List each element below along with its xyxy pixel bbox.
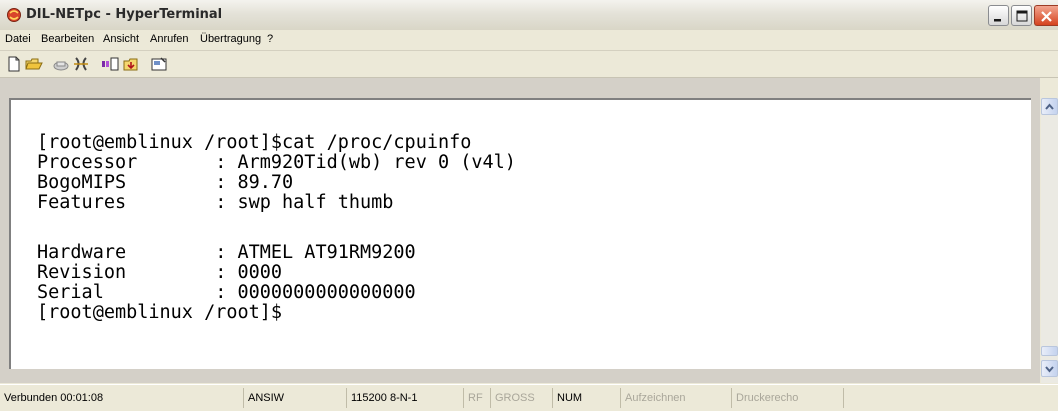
- terminal-line: Processor : Arm920Tid(wb) rev 0 (v4l): [37, 152, 516, 173]
- menu-datei[interactable]: Datei: [5, 33, 31, 45]
- toolbar: [0, 51, 1058, 78]
- chevron-down-icon: [1045, 366, 1054, 373]
- menu-help[interactable]: ?: [267, 33, 273, 45]
- minimize-icon: [994, 19, 1001, 22]
- terminal-line: Serial : 0000000000000000: [37, 282, 416, 303]
- terminal-frame: [root@emblinux /root]$cat /proc/cpuinfo …: [0, 78, 1040, 383]
- status-caps: GROSS: [491, 388, 553, 408]
- terminal-line: BogoMIPS : 89.70: [37, 172, 294, 193]
- maximize-icon: [1016, 10, 1028, 22]
- terminal-line: Features : swp half thumb: [37, 192, 394, 213]
- terminal-line: [root@emblinux /root]$: [37, 302, 283, 323]
- status-bar: Verbunden 00:01:08 ANSIW 115200 8-N-1 RF…: [0, 384, 1058, 411]
- menu-anrufen[interactable]: Anrufen: [150, 33, 189, 45]
- send-icon[interactable]: [101, 55, 119, 73]
- window-title: DIL-NETpc - HyperTerminal: [26, 7, 223, 22]
- menu-ansicht[interactable]: Ansicht: [103, 33, 139, 45]
- status-connected-time: Verbunden 00:01:08: [0, 388, 244, 408]
- status-emulation: ANSIW: [244, 388, 347, 408]
- status-port-settings: 115200 8-N-1: [347, 388, 464, 408]
- menu-uebertragung[interactable]: Übertragung: [200, 33, 261, 45]
- title-bar[interactable]: DIL-NETpc - HyperTerminal: [0, 0, 1058, 31]
- terminal-line: [root@emblinux /root]$cat /proc/cpuinfo: [37, 132, 472, 153]
- terminal-screen[interactable]: [root@emblinux /root]$cat /proc/cpuinfo …: [9, 98, 1031, 369]
- minimize-button[interactable]: [988, 5, 1009, 26]
- close-button[interactable]: [1034, 5, 1058, 26]
- menu-bar: Datei Bearbeiten Ansicht Anrufen Übertra…: [0, 30, 1058, 51]
- scroll-up-button[interactable]: [1041, 98, 1058, 115]
- status-capture: Aufzeichnen: [621, 388, 732, 408]
- maximize-button[interactable]: [1011, 5, 1032, 26]
- hyperterminal-window: DIL-NETpc - HyperTerminal Datei Bearbeit…: [0, 0, 1058, 411]
- menu-bearbeiten[interactable]: Bearbeiten: [41, 33, 94, 45]
- phone-icon[interactable]: [52, 55, 70, 73]
- terminal-line: Revision : 0000: [37, 262, 283, 283]
- vertical-scrollbar[interactable]: [1041, 98, 1058, 383]
- open-icon[interactable]: [25, 55, 43, 73]
- properties-icon[interactable]: [150, 55, 168, 73]
- disconnect-icon[interactable]: [72, 55, 90, 73]
- status-print-echo: Druckerecho: [732, 388, 844, 408]
- close-icon: [1041, 11, 1052, 22]
- new-icon[interactable]: [5, 55, 23, 73]
- receive-icon[interactable]: [122, 55, 140, 73]
- scroll-down-button[interactable]: [1041, 360, 1058, 377]
- scroll-thumb[interactable]: [1041, 346, 1058, 356]
- status-num: NUM: [553, 388, 621, 408]
- terminal-line: Hardware : ATMEL AT91RM9200: [37, 242, 416, 263]
- chevron-up-icon: [1045, 103, 1054, 110]
- hyperterminal-app-icon[interactable]: [6, 7, 22, 23]
- status-rf: RF: [464, 388, 491, 408]
